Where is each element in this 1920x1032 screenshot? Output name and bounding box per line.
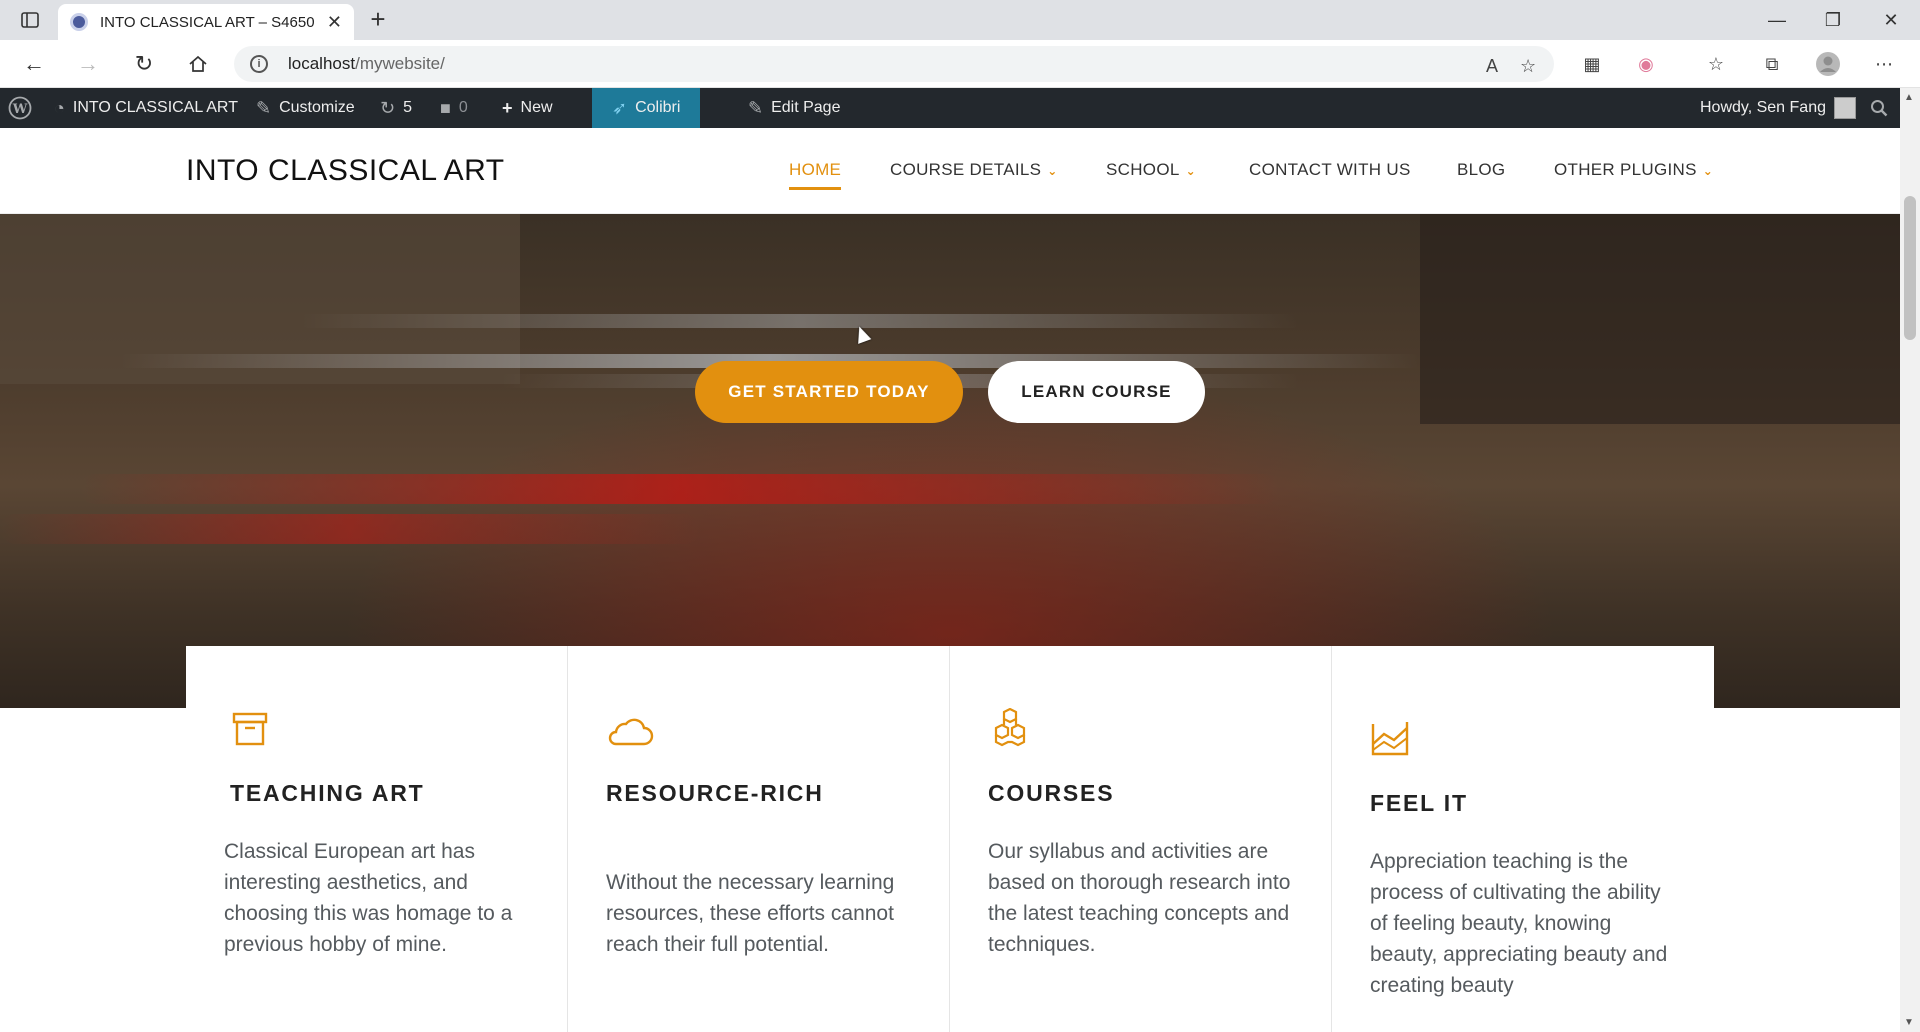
features-section: TEACHING ART Classical European art has … — [186, 646, 1714, 1032]
feature-card: FEEL IT Appreciation teaching is the pro… — [1332, 646, 1714, 1032]
colibri-bird-icon: ➶ — [612, 97, 628, 118]
tab-close-icon[interactable]: ✕ — [327, 12, 342, 33]
feature-text: Classical European art has interesting a… — [224, 840, 513, 956]
new-tab-button[interactable]: + — [364, 6, 392, 34]
chevron-down-icon: ⌄ — [1185, 164, 1196, 178]
collections-icon[interactable]: ⧉ — [1758, 50, 1786, 78]
browser-toolbar: ← → ↻ i localhost/mywebsite/ A ☆ ▦ ◉ ☆ ⧉… — [0, 40, 1920, 88]
scroll-down-icon[interactable]: ▼ — [1904, 1017, 1914, 1028]
comment-icon: ■ — [440, 97, 451, 118]
cloud-icon — [608, 718, 654, 746]
home-icon[interactable] — [184, 50, 212, 78]
page-scrollbar[interactable]: ▲ ▼ — [1900, 88, 1920, 1032]
favorite-add-icon[interactable]: ☆ — [1520, 56, 1536, 77]
reload-icon[interactable]: ↻ — [130, 50, 158, 78]
adminbar-new[interactable]: + New — [502, 88, 553, 128]
adminbar-colibri[interactable]: ➶ Colibri — [592, 88, 701, 128]
avatar — [1834, 97, 1856, 119]
plus-icon: + — [502, 97, 513, 118]
hero-background-image — [0, 514, 700, 544]
browser-tab-active[interactable]: INTO CLASSICAL ART – S465013 ✕ — [58, 4, 354, 40]
minimize-icon[interactable]: — — [1762, 6, 1792, 34]
back-icon[interactable]: ← — [20, 50, 48, 78]
hero-section: GET STARTED TODAY LEARN COURSE — [0, 214, 1900, 708]
feature-card: TEACHING ART Classical European art has … — [186, 646, 568, 1032]
feature-text: Without the necessary learning resources… — [606, 871, 895, 956]
site-favicon-icon — [70, 13, 88, 31]
adminbar-site-name[interactable]: ◔ INTO CLASSICAL ART — [54, 88, 238, 128]
feature-title: TEACHING ART — [230, 780, 425, 806]
hero-background-image — [80, 474, 1280, 504]
feature-title: RESOURCE-RICH — [606, 780, 824, 806]
nav-other-plugins[interactable]: OTHER PLUGINS ⌄ — [1554, 160, 1713, 180]
pencil-icon: ✎ — [748, 97, 764, 118]
dashboard-icon: ◔ — [54, 97, 65, 118]
adminbar-account[interactable]: Howdy, Sen Fang — [1700, 88, 1856, 128]
address-url: localhost/mywebsite/ — [288, 54, 445, 73]
scrollbar-thumb[interactable] — [1904, 196, 1916, 340]
nav-blog[interactable]: BLOG — [1457, 160, 1505, 180]
brush-icon: ✎ — [256, 97, 272, 118]
feature-title: COURSES — [988, 780, 1115, 806]
profile-avatar[interactable] — [1814, 50, 1842, 78]
site-logo[interactable]: INTO CLASSICAL ART — [186, 154, 505, 188]
cubes-icon — [994, 708, 1026, 747]
tab-title: INTO CLASSICAL ART – S465013 — [100, 13, 314, 31]
learn-course-button[interactable]: LEARN COURSE — [988, 361, 1205, 423]
wp-admin-bar: W ◔ INTO CLASSICAL ART ✎ Customize ↻ 5 ■… — [0, 88, 1920, 128]
hero-background-image — [1420, 214, 1900, 424]
feature-text: Our syllabus and activities are based on… — [988, 840, 1291, 956]
address-bar[interactable]: i localhost/mywebsite/ A ☆ — [234, 46, 1554, 82]
feature-card: COURSES Our syllabus and activities are … — [950, 646, 1332, 1032]
wordpress-logo-icon[interactable]: W — [8, 88, 32, 128]
adminbar-updates[interactable]: ↻ 5 — [380, 88, 412, 128]
svg-text:W: W — [12, 102, 28, 117]
feature-text: Appreciation teaching is the process of … — [1370, 850, 1668, 997]
get-started-button[interactable]: GET STARTED TODAY — [695, 361, 963, 423]
area-chart-icon — [1371, 722, 1409, 756]
more-menu-icon[interactable]: ⋯ — [1870, 50, 1898, 78]
adminbar-comments[interactable]: ■ 0 — [440, 88, 468, 128]
nav-course-details[interactable]: COURSE DETAILS ⌄ — [890, 160, 1058, 180]
tab-actions-icon[interactable] — [16, 8, 44, 32]
site-header: INTO CLASSICAL ART HOME COURSE DETAILS ⌄ … — [0, 128, 1900, 214]
adminbar-customize[interactable]: ✎ Customize — [256, 88, 355, 128]
browser-tab-strip: INTO CLASSICAL ART – S465013 ✕ + — ❐ ✕ — [0, 0, 1920, 40]
close-window-icon[interactable]: ✕ — [1876, 6, 1906, 34]
adminbar-edit-page[interactable]: ✎ Edit Page — [748, 88, 840, 128]
chevron-down-icon: ⌄ — [1702, 164, 1714, 178]
chevron-down-icon: ⌄ — [1047, 164, 1058, 178]
nav-school[interactable]: SCHOOL ⌄ — [1106, 160, 1196, 180]
restore-icon[interactable]: ❐ — [1818, 6, 1848, 34]
feature-title: FEEL IT — [1370, 790, 1468, 816]
nav-home[interactable]: HOME — [789, 160, 842, 190]
hero-background-image — [300, 314, 1300, 328]
extension-icon[interactable]: ▦ — [1578, 50, 1606, 78]
forward-icon[interactable]: → — [74, 50, 102, 78]
scroll-up-icon[interactable]: ▲ — [1904, 92, 1914, 103]
archive-box-icon — [232, 712, 268, 746]
favorites-icon[interactable]: ☆ — [1702, 50, 1730, 78]
adminbar-search-icon[interactable] — [1870, 88, 1888, 128]
feature-card: RESOURCE-RICH Without the necessary lear… — [568, 646, 950, 1032]
updates-icon: ↻ — [380, 97, 396, 118]
nav-contact[interactable]: CONTACT WITH US — [1249, 160, 1411, 180]
read-aloud-icon[interactable]: A — [1486, 56, 1498, 77]
extension-cat-icon[interactable]: ◉ — [1632, 50, 1660, 78]
site-info-icon[interactable]: i — [250, 55, 268, 73]
